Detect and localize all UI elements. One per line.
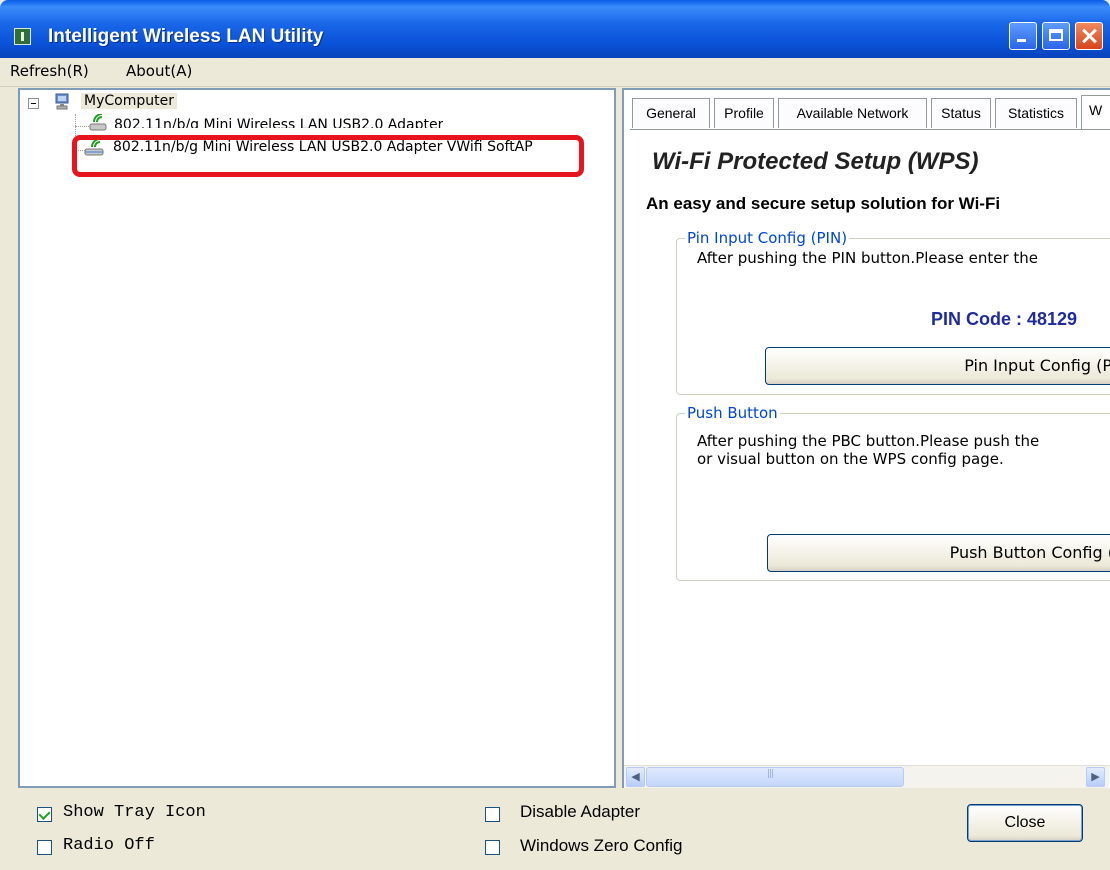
tab-general[interactable]: General bbox=[632, 98, 710, 128]
close-window-button[interactable] bbox=[1075, 22, 1103, 50]
adapter-tree: MyComputer 802.11n/b/g Mini Wireless LAN… bbox=[18, 88, 616, 788]
app-window: Intelligent Wireless LAN Utility Refresh… bbox=[0, 0, 1110, 870]
show-tray-icon-checkbox[interactable] bbox=[37, 807, 52, 822]
windows-zero-config-checkbox[interactable] bbox=[485, 840, 500, 855]
windows-zero-config-label[interactable]: Windows Zero Config bbox=[520, 836, 683, 856]
window-title: Intelligent Wireless LAN Utility bbox=[48, 26, 324, 47]
minimize-button[interactable] bbox=[1009, 22, 1037, 50]
collapse-icon[interactable] bbox=[28, 98, 39, 109]
highlight-box bbox=[72, 135, 584, 177]
close-button[interactable]: Close bbox=[967, 804, 1083, 842]
push-instructions-line1: After pushing the PBC button.Please push… bbox=[697, 432, 1040, 450]
tree-item-adapter[interactable]: 802.11n/b/g Mini Wireless LAN USB2.0 Ada… bbox=[114, 116, 443, 128]
pin-code-label: PIN Code : 48129 bbox=[931, 309, 1078, 329]
show-tray-icon-label[interactable]: Show Tray Icon bbox=[63, 803, 206, 822]
tab-statistics[interactable]: Statistics bbox=[995, 98, 1077, 128]
radio-off-label[interactable]: Radio Off bbox=[63, 836, 155, 855]
tab-divider bbox=[630, 129, 1110, 130]
wps-subtitle: An easy and secure setup solution for Wi… bbox=[646, 194, 1001, 213]
pin-input-config-button[interactable]: Pin Input Config (P bbox=[765, 347, 1110, 385]
tab-profile[interactable]: Profile bbox=[714, 98, 774, 128]
scrollbar-thumb[interactable] bbox=[646, 767, 904, 787]
menu-about[interactable]: About(A) bbox=[126, 62, 192, 80]
push-button-group: Push Button After pushing the PBC button… bbox=[676, 404, 1110, 581]
tree-connector bbox=[75, 126, 89, 127]
maximize-button[interactable] bbox=[1042, 22, 1070, 50]
computer-icon bbox=[55, 93, 69, 110]
push-instructions-line2: or visual button on the WPS config page. bbox=[697, 450, 1004, 468]
tab-status[interactable]: Status bbox=[931, 98, 991, 128]
pin-instructions: After pushing the PIN button.Please ente… bbox=[697, 249, 1039, 267]
scroll-left-arrow-icon[interactable]: ◀ bbox=[626, 767, 645, 787]
horizontal-scrollbar[interactable]: ◀ ▶ bbox=[624, 765, 1110, 788]
pin-input-group: Pin Input Config (PIN) After pushing the… bbox=[676, 229, 1110, 395]
wps-panel: General Profile Available Network Status… bbox=[622, 88, 1110, 788]
push-group-legend: Push Button bbox=[685, 404, 780, 422]
scroll-right-arrow-icon[interactable]: ▶ bbox=[1086, 767, 1105, 787]
tab-wps[interactable]: W bbox=[1081, 95, 1110, 129]
menu-refresh[interactable]: Refresh(R) bbox=[10, 62, 89, 80]
wireless-app-icon bbox=[14, 28, 31, 45]
title-bar[interactable]: Intelligent Wireless LAN Utility bbox=[0, 0, 1110, 58]
checkmark-icon bbox=[38, 807, 51, 821]
push-button-config-button[interactable]: Push Button Config ( bbox=[767, 534, 1110, 572]
disable-adapter-checkbox[interactable] bbox=[485, 807, 500, 822]
wireless-adapter-icon bbox=[89, 114, 107, 131]
tab-available-network[interactable]: Available Network bbox=[778, 98, 927, 128]
radio-off-checkbox[interactable] bbox=[37, 840, 52, 855]
pin-group-legend: Pin Input Config (PIN) bbox=[685, 229, 850, 247]
disable-adapter-label[interactable]: Disable Adapter bbox=[520, 802, 640, 822]
tree-root-mycomputer[interactable]: MyComputer bbox=[81, 93, 177, 109]
wps-title: Wi-Fi Protected Setup (WPS) bbox=[652, 148, 979, 175]
menu-bar: Refresh(R) About(A) bbox=[0, 58, 1110, 87]
